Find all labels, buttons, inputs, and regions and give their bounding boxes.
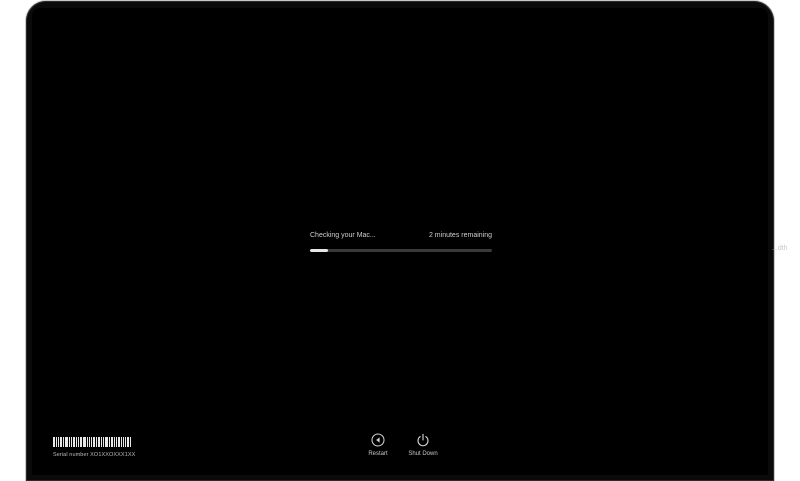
shut-down-label: Shut Down: [408, 451, 438, 457]
time-remaining-text: 2 minutes remaining: [428, 232, 492, 239]
progress-bar-fill: [310, 249, 329, 252]
restart-label: Restart: [368, 451, 388, 457]
shut-down-button[interactable]: Shut Down: [404, 433, 442, 457]
serial-number-text: Serial number XO1XXOXXX1XX: [53, 452, 136, 458]
serial-number-block: Serial number XO1XXOXXX1XX: [53, 437, 137, 458]
restart-arrow-icon: [371, 433, 385, 447]
diagnostics-progress: Checking your Mac... 2 minutes remaining: [310, 231, 492, 252]
progress-labels: Checking your Mac... 2 minutes remaining: [310, 231, 492, 240]
progress-status-text: Checking your Mac...: [310, 232, 376, 239]
restart-button[interactable]: Restart: [364, 433, 392, 457]
power-icon: [417, 433, 429, 447]
progress-bar: [310, 249, 492, 252]
barcode-icon: [53, 437, 137, 447]
watermark-text: ...dth: [772, 245, 788, 252]
